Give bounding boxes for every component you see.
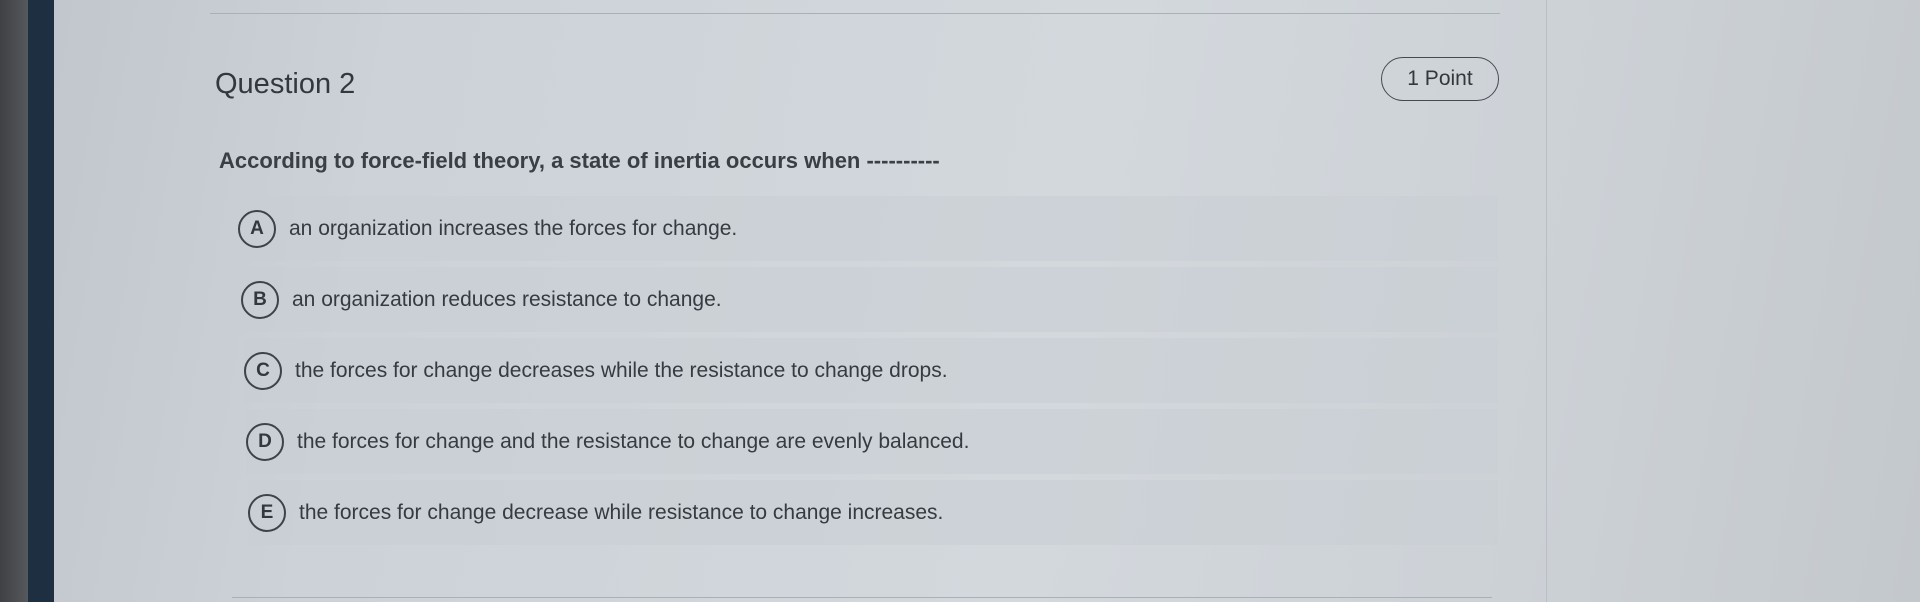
option-e[interactable]: E the forces for change decrease while r… xyxy=(248,480,1498,545)
answer-options: A an organization increases the forces f… xyxy=(228,196,1498,551)
screen: Question 2 1 Point According to force-fi… xyxy=(0,0,1920,602)
content-edge xyxy=(1546,0,1547,602)
option-text: an organization reduces resistance to ch… xyxy=(292,287,722,311)
option-letter-badge: E xyxy=(248,493,286,532)
option-d[interactable]: D the forces for change and the resistan… xyxy=(246,409,1498,474)
sidebar-strip xyxy=(28,0,54,602)
option-letter-badge: D xyxy=(246,422,284,461)
question-prompt: According to force-field theory, a state… xyxy=(219,148,940,173)
option-text: the forces for change and the resistance… xyxy=(297,429,970,453)
option-letter-badge: C xyxy=(244,351,282,390)
option-c[interactable]: C the forces for change decreases while … xyxy=(244,338,1498,403)
points-badge: 1 Point xyxy=(1381,57,1499,101)
option-b[interactable]: B an organization reduces resistance to … xyxy=(241,267,1498,332)
question-title: Question 2 xyxy=(215,68,356,100)
bottom-divider xyxy=(232,597,1492,598)
option-text: an organization increases the forces for… xyxy=(289,216,738,240)
option-letter-badge: A xyxy=(238,209,276,248)
option-letter-badge: B xyxy=(241,280,279,319)
top-divider xyxy=(210,13,1500,14)
option-text: the forces for change decreases while th… xyxy=(295,358,948,382)
option-text: the forces for change decrease while res… xyxy=(299,500,944,524)
option-a[interactable]: A an organization increases the forces f… xyxy=(238,196,1498,261)
monitor-bezel xyxy=(0,0,28,602)
